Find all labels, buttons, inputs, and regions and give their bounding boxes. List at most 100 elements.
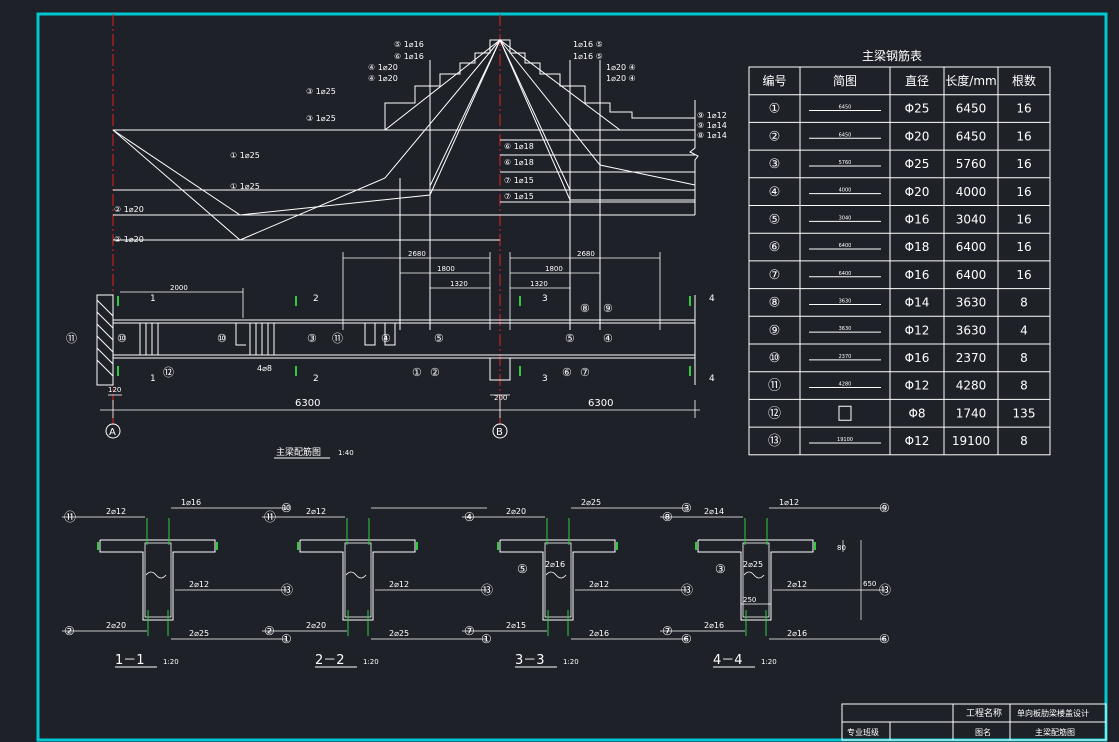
section-label: 1:20 <box>761 658 777 666</box>
table-cell-len: 1740 <box>956 406 987 420</box>
bar-label: ④ 1⌀20 <box>368 63 398 72</box>
section-label: ② <box>264 624 275 638</box>
table-cell-no: ③ <box>769 157 781 172</box>
bar-label: ③ 1⌀25 <box>306 87 336 96</box>
section-label: 1:20 <box>563 658 579 666</box>
main-drawing-title: 主梁配筋图 <box>276 446 321 458</box>
table-cell-len: 5760 <box>956 157 987 171</box>
bar-sketch-dim: 3040 <box>839 215 852 221</box>
section-label: 2⌀12 <box>306 507 326 516</box>
section-label: ⑪ <box>264 510 276 524</box>
cross-section-3: 2⌀202⌀252⌀162⌀122⌀152⌀16④③⑬⑦⑥⑤3－3 1:20 <box>462 498 693 668</box>
beam-callouts: ⑪ ⑩ ⑫ ⑩ ③ ⑪ ④ ⑤ ① ② ⑤ ④ ⑥ ⑦ ⑧ ⑨ <box>66 302 613 379</box>
table-cell-count: 8 <box>1020 296 1028 310</box>
bar-sketch-dim: 6400 <box>839 271 852 277</box>
bar-sketch-dim: 19100 <box>837 437 853 443</box>
section-label: 80 <box>837 544 846 552</box>
callout-circle: ⑪ <box>66 332 77 345</box>
drawing-label: 图名 <box>975 727 991 737</box>
bar-sketch-dim: 5760 <box>839 160 852 166</box>
bar-label: ⑥ 1⌀16 <box>394 52 424 61</box>
section-label: 2⌀16 <box>545 560 565 569</box>
callout-circle: ⑦ <box>580 366 590 379</box>
table-cell-no: ① <box>769 102 781 117</box>
table-cell-count: 16 <box>1016 129 1031 143</box>
section-label: ① <box>281 632 292 646</box>
table-cell-dia: Φ25 <box>905 102 930 116</box>
cutoff-dimensions <box>120 252 661 330</box>
section-label: ⑦ <box>662 624 673 638</box>
table-cell-len: 6450 <box>956 129 987 143</box>
section-label: 2⌀15 <box>506 621 526 630</box>
callout-circle: ④ <box>381 332 391 345</box>
table-cell-count: 16 <box>1016 240 1031 254</box>
table-cell-dia: Φ12 <box>905 323 930 337</box>
table-header-cell: 根数 <box>1012 73 1036 88</box>
bar-label: 1⌀16 ⑤ <box>573 52 603 61</box>
main-beam-elevation: ⑤ 1⌀16 ⑥ 1⌀16 ④ 1⌀20 ④ 1⌀20 ③ 1⌀25 ③ 1⌀2… <box>66 14 727 459</box>
section-label: ⑬ <box>681 583 693 597</box>
section-label: 2⌀20 <box>506 507 526 516</box>
section-label: ⑥ <box>681 632 692 646</box>
table-cell-dia: Φ25 <box>905 157 930 171</box>
cross-section-4: 2⌀141⌀122⌀252⌀122⌀162⌀16⑧⑨⑬⑦⑥③4－4 1:20806… <box>660 498 891 668</box>
dim-text: 200 <box>494 394 507 402</box>
section-stirrup <box>742 542 770 618</box>
section-label: ⑬ <box>281 583 293 597</box>
table-cell-no: ⑨ <box>769 323 781 338</box>
table-cell-len: 6400 <box>956 240 987 254</box>
section-break-mark <box>345 571 367 579</box>
section-label: ⑦ <box>464 624 475 638</box>
main-drawing-scale: 1:40 <box>338 449 354 457</box>
bar-label: ① 1⌀25 <box>230 182 260 191</box>
axis-label-a: A <box>109 427 116 438</box>
bar-label: ④ 1⌀20 <box>368 74 398 83</box>
table-cell-no: ⑦ <box>769 268 781 283</box>
section-label: 2－2 <box>315 653 345 668</box>
bar-label: 1⌀20 ④ <box>606 63 636 72</box>
section-label: ⑪ <box>64 510 76 524</box>
section-label: 2⌀25 <box>581 498 601 507</box>
cross-section-2: 2⌀122⌀122⌀202⌀25⑪⑬②①2－2 1:20 <box>262 507 493 668</box>
section-label: 650 <box>863 580 876 588</box>
section-label: 2⌀14 <box>704 507 724 516</box>
section-label: 2⌀25 <box>189 629 209 638</box>
section-stirrup <box>544 542 572 618</box>
table-header-cell: 编号 <box>762 73 786 88</box>
table-cell-len: 3630 <box>956 296 987 310</box>
section-label: ② <box>64 624 75 638</box>
section-label: 2⌀20 <box>106 621 126 630</box>
section-label: ③ <box>681 501 692 515</box>
table-cell-no: ⑫ <box>768 406 781 421</box>
table-cell-len: 4280 <box>956 379 987 393</box>
table-cell-dia: Φ16 <box>905 268 930 282</box>
section-label: ⑬ <box>481 583 493 597</box>
callout-circle: ⑤ <box>434 332 444 345</box>
section-label: 2⌀12 <box>389 580 409 589</box>
table-cell-len: 2370 <box>956 351 987 365</box>
section-mark-label: 4 <box>709 294 715 304</box>
dim-text: 2680 <box>577 250 595 258</box>
section-label: 2⌀25 <box>743 560 763 569</box>
bar-label: ⑥ 1⌀18 <box>504 158 534 167</box>
table-cell-no: ④ <box>769 185 781 200</box>
bar-label: ② 1⌀20 <box>114 205 144 214</box>
table-cell-count: 16 <box>1016 213 1031 227</box>
table-cell-dia: Φ14 <box>905 296 930 310</box>
dim-text: 1800 <box>545 265 563 273</box>
section-break-mark <box>743 571 765 579</box>
table-header-cell: 长度/mm <box>945 73 996 88</box>
table-cell-count: 8 <box>1020 379 1028 393</box>
section-label: 2⌀12 <box>189 580 209 589</box>
bar-label: ⑧ 1⌀14 <box>697 131 727 140</box>
dim-text: 6300 <box>295 398 320 409</box>
dim-text: 6300 <box>588 398 613 409</box>
callout-circle: ⑥ <box>562 366 572 379</box>
cross-sections: 2⌀121⌀162⌀122⌀202⌀25⑪⑩⑬②①1－1 1:202⌀122⌀12… <box>62 498 891 668</box>
dim-text: 120 <box>108 386 121 394</box>
bar-label: ⑦ 1⌀15 <box>504 192 534 201</box>
section-label: ⑩ <box>281 501 292 515</box>
section-label: 2⌀12 <box>589 580 609 589</box>
callout-circle: ⑧ <box>580 302 590 315</box>
bar-label: ⑨ 1⌀12 <box>697 111 727 120</box>
